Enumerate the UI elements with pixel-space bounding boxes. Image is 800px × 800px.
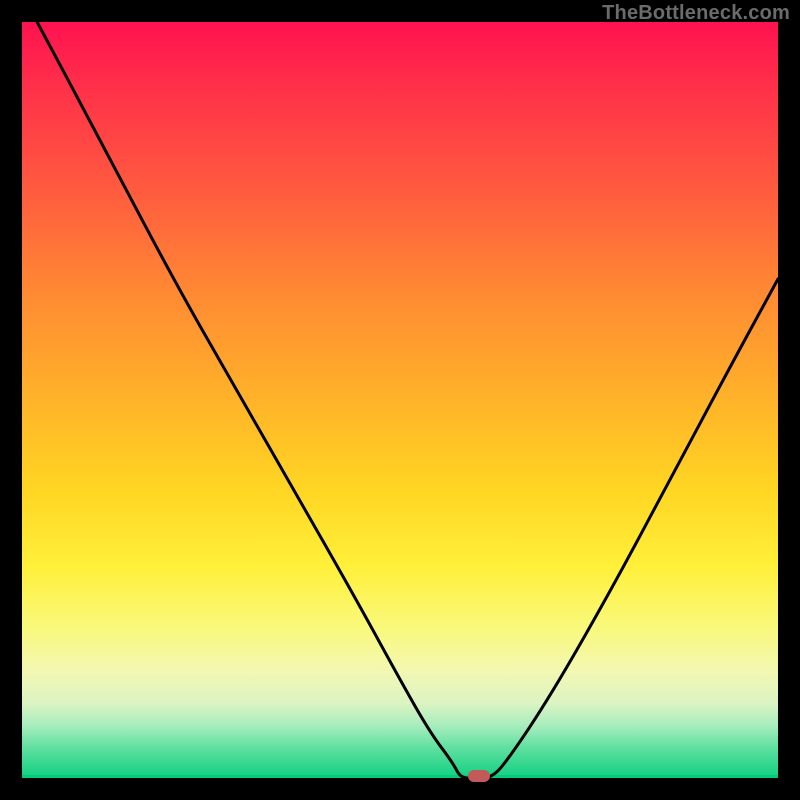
plot-area — [22, 22, 778, 778]
bottleneck-curve — [22, 22, 778, 778]
optimal-point-marker — [468, 770, 490, 782]
watermark-text: TheBottleneck.com — [602, 2, 790, 25]
chart-container: TheBottleneck.com — [0, 0, 800, 800]
curve-path — [37, 22, 778, 778]
